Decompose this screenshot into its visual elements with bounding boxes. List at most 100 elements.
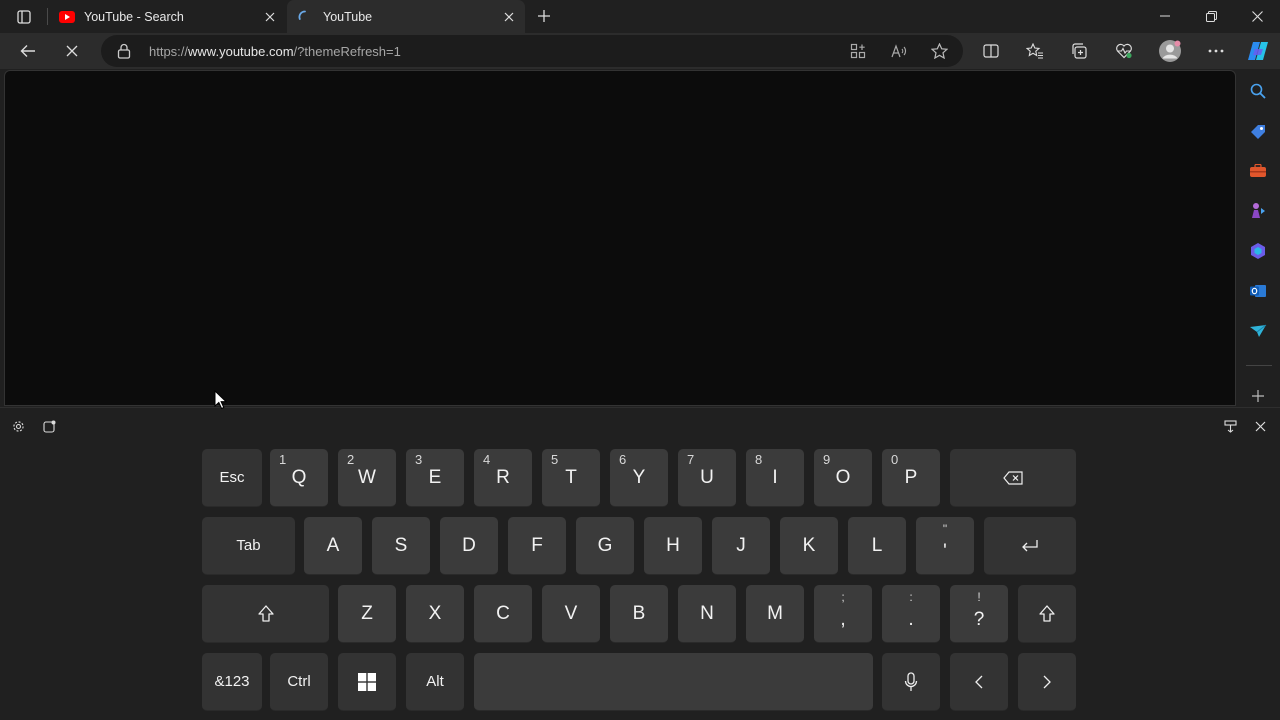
- address-bar[interactable]: https://www.youtube.com/?themeRefresh=1: [101, 35, 963, 67]
- back-icon[interactable]: [13, 36, 43, 66]
- add-icon[interactable]: [1247, 385, 1269, 407]
- key-number-hint: 9: [823, 452, 831, 467]
- key-j[interactable]: J: [712, 517, 770, 575]
- shift-key[interactable]: [1018, 585, 1076, 643]
- tab-youtube[interactable]: YouTube: [287, 0, 525, 33]
- enter-icon: [1021, 539, 1039, 553]
- key-tab[interactable]: Tab: [202, 517, 295, 575]
- favorite-star-icon[interactable]: [928, 40, 950, 62]
- key-h[interactable]: H: [644, 517, 702, 575]
- arrow-left-key[interactable]: [950, 653, 1008, 711]
- close-tab-icon[interactable]: [497, 5, 521, 29]
- key-u[interactable]: 7U: [678, 449, 736, 507]
- key-x[interactable]: X: [406, 585, 464, 643]
- close-tab-icon[interactable]: [258, 5, 282, 29]
- split-screen-icon[interactable]: [976, 36, 1006, 66]
- key-g[interactable]: G: [576, 517, 634, 575]
- keyboard-settings-icon[interactable]: [10, 418, 26, 434]
- close-window-icon[interactable]: [1234, 0, 1280, 32]
- shift-key[interactable]: [202, 585, 329, 643]
- key-label: Q: [291, 466, 307, 488]
- key-label: ,: [840, 609, 846, 630]
- keyboard-layout-icon[interactable]: [1222, 418, 1238, 434]
- read-aloud-icon[interactable]: [888, 40, 910, 62]
- key-k[interactable]: K: [780, 517, 838, 575]
- collections-icon[interactable]: [1064, 36, 1094, 66]
- microphone-key[interactable]: [882, 653, 940, 711]
- key-label: K: [802, 534, 816, 556]
- edge-sidebar: [1238, 69, 1280, 407]
- key-a[interactable]: A: [304, 517, 362, 575]
- key-y[interactable]: 6Y: [610, 449, 668, 507]
- key-label: N: [700, 602, 714, 624]
- app-available-icon[interactable]: [847, 40, 869, 62]
- lock-icon[interactable]: [117, 43, 131, 64]
- key-shift-label: !: [977, 590, 981, 604]
- favorites-icon[interactable]: [1020, 36, 1050, 66]
- key-b[interactable]: B: [610, 585, 668, 643]
- key-label: S: [394, 534, 408, 556]
- windows-logo-icon: [358, 672, 376, 691]
- key-f[interactable]: F: [508, 517, 566, 575]
- key-m[interactable]: M: [746, 585, 804, 643]
- key-period[interactable]: :.: [882, 585, 940, 643]
- browser-essentials-icon[interactable]: [1109, 36, 1139, 66]
- outlook-icon[interactable]: [1247, 280, 1269, 302]
- key-label: Tab: [236, 537, 261, 554]
- key-esc[interactable]: Esc: [202, 449, 262, 507]
- key-d[interactable]: D: [440, 517, 498, 575]
- key-q[interactable]: 1Q: [270, 449, 328, 507]
- search-icon[interactable]: [1247, 80, 1269, 102]
- games-icon[interactable]: [1247, 200, 1269, 222]
- key-comma[interactable]: ;,: [814, 585, 872, 643]
- key-ctrl[interactable]: Ctrl: [270, 653, 328, 711]
- key-question[interactable]: !?: [950, 585, 1008, 643]
- key-p[interactable]: 0P: [882, 449, 940, 507]
- backspace-key[interactable]: [950, 449, 1076, 507]
- key-l[interactable]: L: [848, 517, 906, 575]
- key-e[interactable]: 3E: [406, 449, 464, 507]
- key-number-hint: 5: [551, 452, 559, 467]
- m365-icon[interactable]: [1247, 240, 1269, 262]
- key-t[interactable]: 5T: [542, 449, 600, 507]
- tab-strip: YouTube - Search YouTube: [0, 0, 1280, 33]
- key-i[interactable]: 8I: [746, 449, 804, 507]
- close-keyboard-icon[interactable]: [1252, 418, 1268, 434]
- tab-actions-icon[interactable]: [10, 6, 38, 28]
- key-c[interactable]: C: [474, 585, 532, 643]
- new-tab-icon[interactable]: [532, 4, 556, 28]
- key-r[interactable]: 4R: [474, 449, 532, 507]
- key-&123[interactable]: &123: [202, 653, 262, 711]
- key-apostrophe[interactable]: " ': [916, 517, 974, 575]
- shopping-icon[interactable]: [1247, 120, 1269, 142]
- space-bar-key[interactable]: [474, 653, 873, 711]
- stop-loading-icon[interactable]: [57, 36, 87, 66]
- more-icon[interactable]: [1201, 36, 1231, 66]
- tools-icon[interactable]: [1247, 160, 1269, 182]
- restore-icon[interactable]: [1188, 0, 1234, 32]
- key-label: M: [767, 602, 783, 624]
- key-o[interactable]: 9O: [814, 449, 872, 507]
- key-label: V: [564, 602, 578, 624]
- arrow-right-key[interactable]: [1018, 653, 1076, 711]
- emoji-sticker-icon[interactable]: [41, 418, 57, 434]
- key-label: X: [428, 602, 442, 624]
- key-number-hint: 4: [483, 452, 491, 467]
- key-z[interactable]: Z: [338, 585, 396, 643]
- minimize-icon[interactable]: [1142, 0, 1188, 32]
- enter-key[interactable]: [984, 517, 1076, 575]
- page-content[interactable]: [4, 70, 1236, 406]
- key-n[interactable]: N: [678, 585, 736, 643]
- key-s[interactable]: S: [372, 517, 430, 575]
- loading-spinner-icon: [297, 9, 313, 25]
- copilot-icon[interactable]: [1243, 36, 1273, 66]
- key-v[interactable]: V: [542, 585, 600, 643]
- profile-avatar[interactable]: [1155, 36, 1185, 66]
- drop-icon[interactable]: [1247, 320, 1269, 342]
- url-text[interactable]: https://www.youtube.com/?themeRefresh=1: [149, 44, 401, 59]
- key-w[interactable]: 2W: [338, 449, 396, 507]
- tab-youtube-search[interactable]: YouTube - Search: [50, 0, 286, 33]
- microphone-icon: [904, 671, 918, 692]
- key-alt[interactable]: Alt: [406, 653, 464, 711]
- windows-logo-key[interactable]: [338, 653, 396, 711]
